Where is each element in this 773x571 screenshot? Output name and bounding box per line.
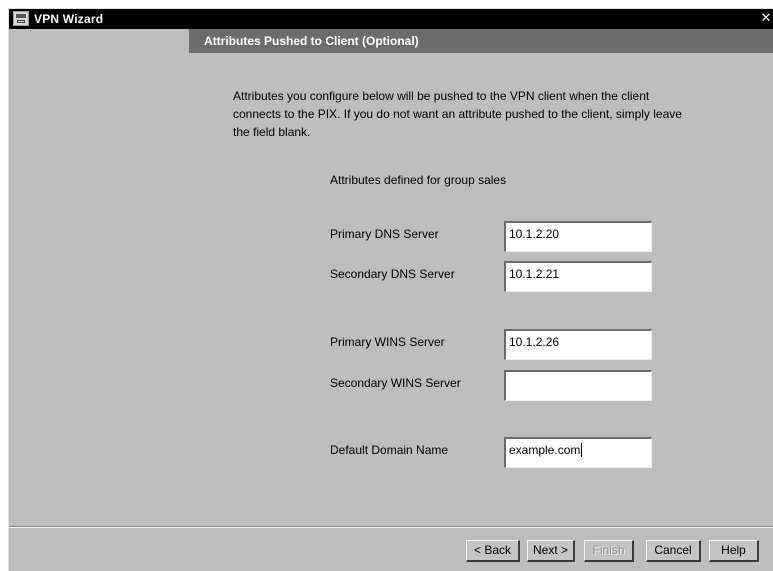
primary-wins-label: Primary WINS Server	[330, 335, 445, 349]
secondary-wins-label: Secondary WINS Server	[330, 376, 461, 390]
secondary-wins-field[interactable]	[504, 370, 652, 401]
group-label: Attributes defined for group sales	[330, 173, 507, 187]
primary-dns-label: Primary DNS Server	[330, 227, 439, 241]
next-button[interactable]: Next >	[527, 540, 575, 562]
primary-wins-value: 10.1.2.26	[509, 335, 560, 349]
title-bar[interactable]: VPN Wizard ✕	[9, 9, 773, 29]
default-domain-value: example.com	[509, 443, 581, 457]
window-title: VPN Wizard	[34, 12, 104, 26]
intro-line-2: connects to the PIX. If you do not want …	[233, 107, 682, 121]
primary-dns-value: 10.1.2.20	[509, 227, 560, 241]
text-cursor	[581, 443, 583, 457]
primary-dns-field[interactable]: 10.1.2.20	[504, 221, 652, 252]
intro-line-1: Attributes you configure below will be p…	[233, 89, 650, 103]
default-domain-field[interactable]: example.com	[504, 437, 652, 468]
vpn-wizard-window: VPN Wizard ✕ Attributes Pushed to Client…	[8, 8, 773, 571]
cancel-button[interactable]: Cancel	[646, 540, 701, 562]
vpn-wizard-app-icon	[13, 11, 29, 26]
section-title: Attributes Pushed to Client (Optional)	[204, 34, 419, 48]
secondary-dns-label: Secondary DNS Server	[330, 267, 455, 281]
finish-button[interactable]: Finish	[584, 540, 634, 562]
intro-line-3: the field blank.	[233, 125, 311, 139]
back-button[interactable]: < Back	[466, 540, 520, 562]
primary-wins-field[interactable]: 10.1.2.26	[504, 329, 652, 360]
footer-divider	[9, 526, 773, 528]
default-domain-label: Default Domain Name	[330, 443, 449, 457]
wizard-left-panel	[9, 29, 189, 47]
help-button[interactable]: Help	[709, 540, 759, 562]
close-icon[interactable]: ✕	[760, 12, 772, 25]
secondary-dns-field[interactable]: 10.1.2.21	[504, 261, 652, 292]
section-header: Attributes Pushed to Client (Optional)	[189, 29, 773, 53]
secondary-dns-value: 10.1.2.21	[509, 267, 560, 281]
intro-text: Attributes you configure below will be p…	[233, 87, 763, 141]
